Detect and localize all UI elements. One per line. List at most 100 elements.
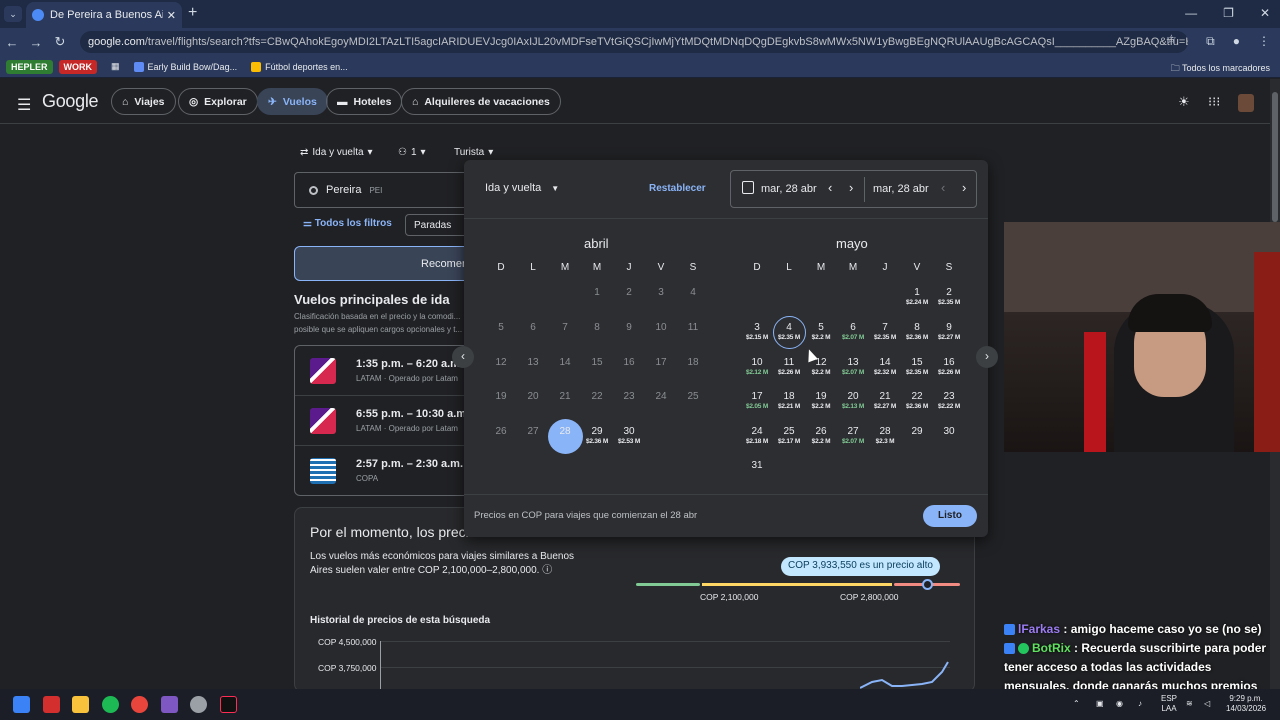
volume-icon[interactable]: ◁ xyxy=(1204,699,1210,709)
bookmark-hepler[interactable]: HEPLER xyxy=(6,59,53,74)
calendar-day[interactable]: 24 $2.18 M xyxy=(741,426,773,445)
calendar-day[interactable]: 27 $2.07 M xyxy=(837,426,869,445)
hamburger-menu-icon[interactable]: ☰ xyxy=(17,95,31,115)
steam-icon[interactable] xyxy=(190,696,207,713)
reload-icon[interactable]: ↻ xyxy=(48,34,72,50)
prev-month-icon[interactable]: ‹ xyxy=(452,346,474,368)
calendar-day[interactable]: 31 xyxy=(741,460,773,471)
calendar-day[interactable]: 4 xyxy=(677,287,709,298)
calendar-day[interactable]: 29 xyxy=(901,426,933,437)
app-icon[interactable] xyxy=(43,696,60,713)
theme-toggle-icon[interactable]: ☀ xyxy=(1178,94,1190,110)
bookmark-star-icon[interactable]: ☆ xyxy=(1166,32,1177,46)
calendar-day[interactable]: 17 $2.05 M xyxy=(741,391,773,410)
flight-row[interactable]: 6:55 p.m. – 10:30 a.m. LATAM · Operado p… xyxy=(295,396,475,446)
chip-vuelos[interactable]: ✈ Vuelos xyxy=(257,88,328,115)
bookmark-futbol[interactable]: Fútbol deportes en... xyxy=(251,61,348,72)
calendar-day[interactable]: 3 xyxy=(645,287,677,298)
calendar-day[interactable]: 13 $2.07 M xyxy=(837,357,869,376)
spotify-icon[interactable] xyxy=(102,696,119,713)
account-avatar[interactable] xyxy=(1238,94,1254,112)
new-tab-icon[interactable]: + xyxy=(188,4,197,22)
forward-icon[interactable]: → xyxy=(24,35,48,50)
calendar-day[interactable]: 9 xyxy=(613,322,645,333)
minimize-icon[interactable]: — xyxy=(1185,6,1197,20)
calendar-day[interactable]: 30 $2.53 M xyxy=(613,426,645,445)
stops-filter[interactable]: Paradas xyxy=(405,214,470,236)
profile-icon[interactable]: ● xyxy=(1233,34,1240,49)
trip-type-select[interactable]: ⇄ Ida y vuelta ▾ xyxy=(300,147,373,158)
scrollbar-thumb[interactable] xyxy=(1272,92,1278,222)
close-window-icon[interactable]: ✕ xyxy=(1260,6,1270,20)
language-indicator[interactable]: ESP LAA xyxy=(1161,694,1177,714)
calendar-day[interactable]: 15 $2.35 M xyxy=(901,357,933,376)
picker-trip-type-select[interactable]: Ida y vuelta ▼ xyxy=(485,182,559,194)
active-tab[interactable]: De Pereira a Buenos Aires | Vue ✕ xyxy=(26,2,182,28)
chip-hoteles[interactable]: ▬ Hoteles xyxy=(326,88,403,115)
calendar-day[interactable]: 7 xyxy=(549,322,581,333)
calendar-day[interactable]: 19 xyxy=(485,391,517,402)
calendar-day[interactable]: 17 xyxy=(645,357,677,368)
chip-viajes[interactable]: ⌂ Viajes xyxy=(111,88,176,115)
calendar-day[interactable]: 20 $2.13 M xyxy=(837,391,869,410)
tiktok-icon[interactable] xyxy=(220,696,237,713)
google-logo[interactable]: Google xyxy=(42,91,99,112)
calendar-day[interactable]: 3 $2.15 M xyxy=(741,322,773,341)
calendar-day[interactable]: 26 $2.2 M xyxy=(805,426,837,445)
calendar-day[interactable]: 23 xyxy=(613,391,645,402)
calendar-day[interactable]: 5 xyxy=(485,322,517,333)
calendar-day[interactable]: 8 xyxy=(581,322,613,333)
tab-search-icon[interactable]: ⌄ xyxy=(4,6,22,22)
calendar-day[interactable]: 26 xyxy=(485,426,517,437)
bookmark-early-build[interactable]: Early Build Bow/Dag... xyxy=(133,61,237,72)
return-date-input[interactable]: mar, 28 abr xyxy=(873,183,929,195)
windows-start-icon[interactable] xyxy=(13,696,30,713)
calendar-day[interactable]: 6 xyxy=(517,322,549,333)
calendar-day[interactable]: 16 $2.26 M xyxy=(933,357,965,376)
calendar-day[interactable]: 11 $2.26 M xyxy=(773,357,805,376)
all-bookmarks-folder[interactable]: 🗀 Todos los marcadores xyxy=(1171,61,1270,77)
calendar-day[interactable]: 30 xyxy=(933,426,965,437)
extensions-icon[interactable]: ⧉ xyxy=(1206,34,1215,49)
flight-row[interactable]: 2:57 p.m. – 2:30 a.m. COPA xyxy=(295,446,475,496)
tray-app-icon[interactable]: ▣ xyxy=(1096,699,1104,709)
network-icon[interactable]: ◉ xyxy=(1116,699,1123,709)
depart-date-input[interactable]: mar, 28 abr xyxy=(761,183,817,195)
return-next-day-icon[interactable]: › xyxy=(962,180,966,195)
calendar-day[interactable]: 25 xyxy=(677,391,709,402)
calendar-day[interactable]: 24 xyxy=(645,391,677,402)
calendar-day[interactable]: 28 $2.3 M xyxy=(869,426,901,445)
back-icon[interactable]: ← xyxy=(0,35,24,50)
calendar-day[interactable]: 25 $2.17 M xyxy=(773,426,805,445)
done-button[interactable]: Listo xyxy=(923,505,977,527)
calendar-day[interactable]: 23 $2.22 M xyxy=(933,391,965,410)
passengers-select[interactable]: ⚇ 1 ▾ xyxy=(398,147,426,158)
calendar-day[interactable]: 29 $2.36 M xyxy=(581,426,613,445)
info-icon[interactable]: ⓘ xyxy=(542,565,552,576)
reset-button[interactable]: Restablecer xyxy=(649,183,706,194)
calendar-day[interactable]: 20 xyxy=(517,391,549,402)
calendar-day[interactable]: 10 $2.12 M xyxy=(741,357,773,376)
calendar-day[interactable]: 22 $2.36 M xyxy=(901,391,933,410)
calendar-day[interactable]: 2 $2.35 M xyxy=(933,287,965,306)
return-prev-day-icon[interactable]: ‹ xyxy=(941,180,945,195)
calendar-day[interactable]: 18 xyxy=(677,357,709,368)
calendar-day[interactable]: 14 xyxy=(549,357,581,368)
calendar-day[interactable]: 21 $2.27 M xyxy=(869,391,901,410)
menu-kebab-icon[interactable]: ⋮ xyxy=(1258,34,1270,49)
flight-row[interactable]: 1:35 p.m. – 6:20 a.m. LATAM · Operado po… xyxy=(295,346,475,396)
clock[interactable]: 9:29 p.m. 14/03/2026 xyxy=(1226,694,1266,714)
calendar-day[interactable]: 18 $2.21 M xyxy=(773,391,805,410)
calendar-day[interactable]: 19 $2.2 M xyxy=(805,391,837,410)
calendar-day[interactable]: 21 xyxy=(549,391,581,402)
depart-prev-day-icon[interactable]: ‹ xyxy=(828,180,832,195)
calendar-day[interactable]: 22 xyxy=(581,391,613,402)
calendar-day[interactable]: 10 xyxy=(645,322,677,333)
sort-tab-recommended[interactable]: Recomen xyxy=(294,246,474,281)
calendar-day[interactable]: 9 $2.27 M xyxy=(933,322,965,341)
tray-chevron-icon[interactable]: ⌃ xyxy=(1073,699,1080,709)
calendar-day[interactable]: 16 xyxy=(613,357,645,368)
restore-icon[interactable]: ❐ xyxy=(1223,6,1234,20)
calendar-day[interactable]: 2 xyxy=(613,287,645,298)
calendar-day[interactable]: 1 $2.24 M xyxy=(901,287,933,306)
